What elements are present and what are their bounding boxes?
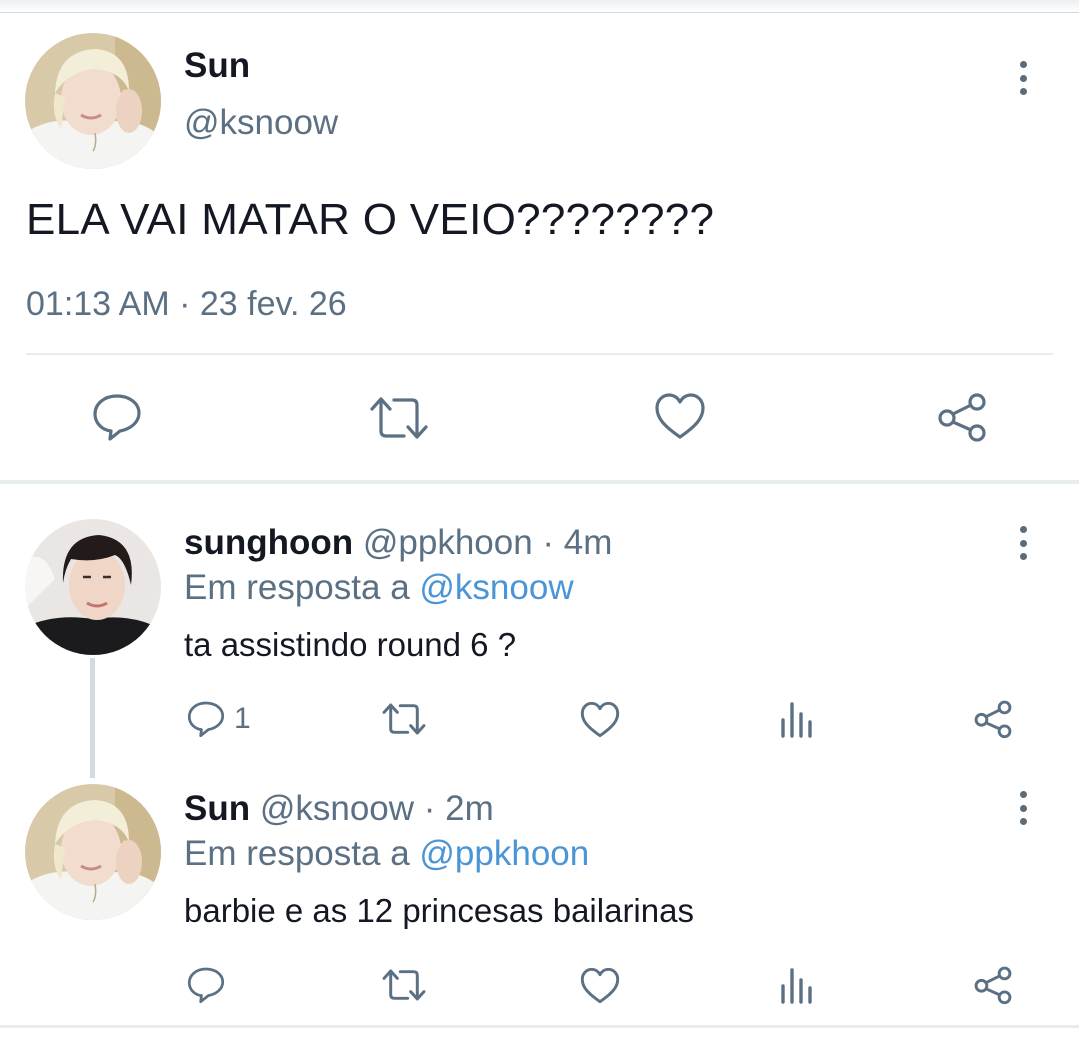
avatar[interactable]: [25, 33, 161, 169]
retweet-icon[interactable]: [381, 702, 427, 736]
more-options-icon[interactable]: [1008, 788, 1038, 828]
reply-header: Sun @ksnoow · 2m: [184, 789, 494, 829]
thread-line: [90, 658, 95, 778]
reply-icon[interactable]: [92, 392, 142, 442]
top-divider: [0, 0, 1079, 13]
author-handle[interactable]: @ksnoow: [184, 103, 338, 143]
retweet-icon[interactable]: [368, 395, 430, 441]
tweet-text: ELA VAI MATAR O VEIO????????: [26, 195, 715, 244]
reply-icon[interactable]: [187, 966, 225, 1004]
tweet-timestamp: 01:13 AM · 23 fev. 26: [26, 285, 347, 323]
share-icon[interactable]: [973, 699, 1013, 739]
reply-prefix: Em resposta a: [184, 834, 410, 873]
share-icon[interactable]: [973, 965, 1013, 1005]
like-icon[interactable]: [654, 392, 706, 440]
reply-text: barbie e as 12 princesas bailarinas: [184, 892, 694, 929]
analytics-icon[interactable]: [779, 966, 815, 1004]
divider: [26, 353, 1053, 355]
reply-context: Em resposta a @ksnoow: [184, 568, 574, 608]
avatar[interactable]: [25, 784, 161, 920]
section-divider: [0, 480, 1079, 484]
author-name[interactable]: Sun: [184, 46, 250, 86]
analytics-icon[interactable]: [779, 700, 815, 738]
like-icon[interactable]: [580, 701, 620, 738]
reply-author-handle[interactable]: @ksnoow: [260, 789, 414, 828]
reply-to-link[interactable]: @ppkhoon: [419, 834, 589, 873]
reply-icon[interactable]: [187, 700, 225, 738]
reply-text: ta assistindo round 6 ?: [184, 626, 517, 663]
share-icon[interactable]: [936, 392, 988, 442]
bottom-divider: [0, 1025, 1079, 1028]
reply-prefix: Em resposta a: [184, 568, 410, 607]
like-icon[interactable]: [580, 967, 620, 1004]
reply-to-link[interactable]: @ksnoow: [419, 568, 573, 607]
reply-count: 1: [234, 702, 251, 735]
reply-time: · 4m: [542, 523, 613, 562]
more-options-icon[interactable]: [1008, 523, 1038, 563]
reply-author-handle[interactable]: @ppkhoon: [363, 523, 533, 562]
reply-author-name[interactable]: sunghoon: [184, 523, 353, 562]
more-options-icon[interactable]: [1008, 58, 1038, 98]
retweet-icon[interactable]: [381, 968, 427, 1002]
reply-context: Em resposta a @ppkhoon: [184, 834, 589, 874]
reply-author-name[interactable]: Sun: [184, 789, 250, 828]
reply-header: sunghoon @ppkhoon · 4m: [184, 523, 612, 563]
avatar[interactable]: [25, 519, 161, 655]
reply-time: · 2m: [423, 789, 494, 828]
